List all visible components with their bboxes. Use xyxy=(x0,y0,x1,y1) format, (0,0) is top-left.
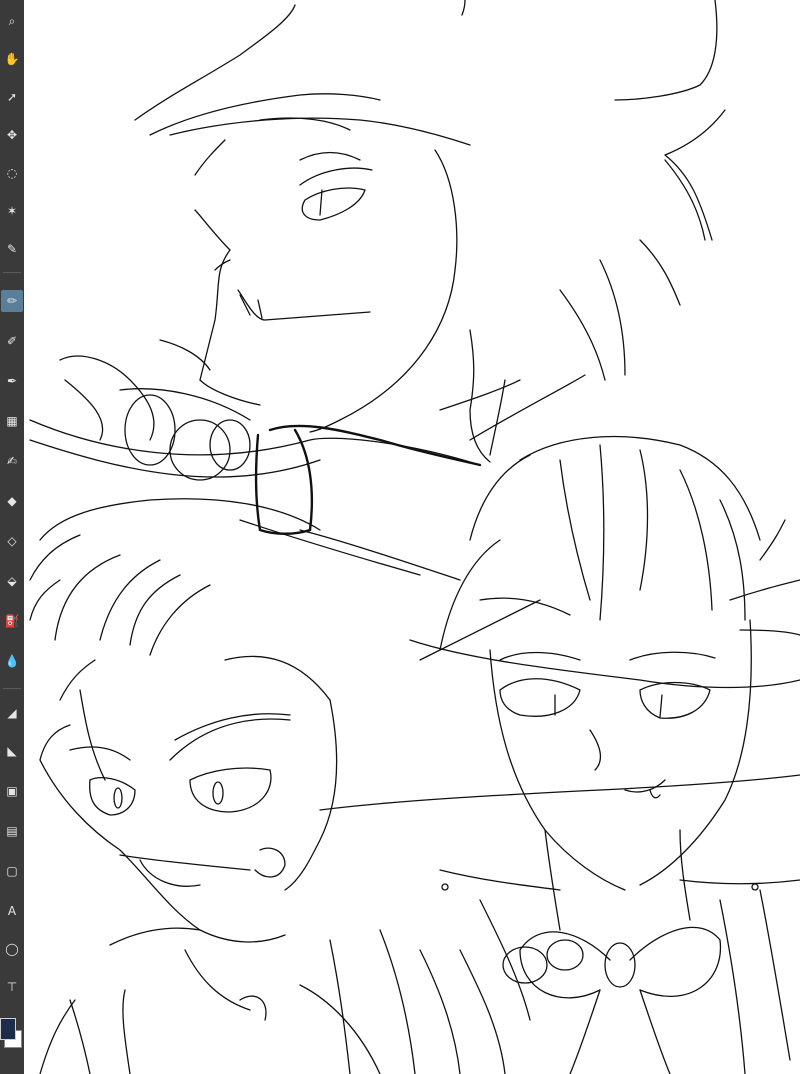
brush-icon[interactable]: ✒ xyxy=(1,370,23,392)
drop-icon[interactable]: 💧 xyxy=(1,650,23,672)
frame-icon[interactable]: ▣ xyxy=(1,780,23,802)
pen-icon[interactable]: ✏ xyxy=(1,290,23,312)
toolbar-divider xyxy=(3,272,21,273)
bucket-icon[interactable]: ⛽ xyxy=(1,610,23,632)
hand-icon[interactable]: ✋ xyxy=(1,48,23,70)
airbrush-icon[interactable]: ▦ xyxy=(1,410,23,432)
pencil-icon[interactable]: ✐ xyxy=(1,330,23,352)
lasso-icon[interactable]: ◌ xyxy=(1,162,23,184)
zoom-icon[interactable]: ⌕ xyxy=(1,10,23,32)
magic-wand-icon[interactable]: ✶ xyxy=(1,200,23,222)
eraser-icon[interactable]: ◆ xyxy=(1,490,23,512)
balloon-icon[interactable]: ◯ xyxy=(1,938,23,960)
ruler-icon[interactable]: ⊤ xyxy=(1,976,23,998)
foreground-color-swatch[interactable] xyxy=(0,1018,16,1040)
panel-icon[interactable]: ▢ xyxy=(1,860,23,882)
blend-icon[interactable]: ◇ xyxy=(1,530,23,552)
text-icon[interactable]: A xyxy=(1,900,23,922)
object-select-icon[interactable]: ➚ xyxy=(1,86,23,108)
tool-palette: ⌕ ✋ ➚ ✥ ◌ ✶ ✎ ✏ ✐ ✒ ▦ ✍ ◆ ◇ ⬙ ⛽ 💧 ◢ ◣ ▣ … xyxy=(0,0,25,1074)
eyedropper-icon[interactable]: ✎ xyxy=(1,238,23,260)
drawing-canvas[interactable] xyxy=(24,0,800,1074)
sketch-artwork xyxy=(29,0,800,1074)
move-icon[interactable]: ✥ xyxy=(1,124,23,146)
fill-icon[interactable]: ⬙ xyxy=(1,570,23,592)
gradient-icon[interactable]: ◢ xyxy=(1,702,23,724)
decoration-icon[interactable]: ✍ xyxy=(1,450,23,472)
sticky-note-icon[interactable]: ▤ xyxy=(1,820,23,842)
toolbar-divider xyxy=(3,688,21,689)
figure-icon[interactable]: ◣ xyxy=(1,740,23,762)
